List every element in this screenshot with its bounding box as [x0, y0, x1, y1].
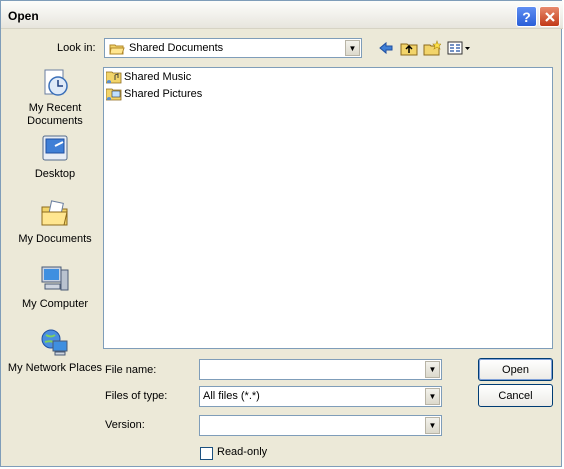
up-folder-icon[interactable]: [400, 39, 418, 57]
help-button[interactable]: ?: [516, 6, 537, 27]
shared-music-folder-icon: [106, 71, 122, 84]
recent-documents-icon: [44, 69, 68, 96]
file-name-label: File name:: [105, 364, 157, 376]
place-my-documents[interactable]: My Documents: [7, 198, 103, 246]
place-my-recent-documents[interactable]: My Recent Documents: [7, 67, 103, 128]
back-icon[interactable]: [377, 39, 395, 57]
place-desktop[interactable]: Desktop: [7, 133, 103, 181]
file-name: Shared Pictures: [124, 88, 203, 100]
close-icon: [544, 11, 555, 22]
my-computer-icon: [41, 266, 69, 291]
close-button[interactable]: [539, 6, 560, 27]
my-documents-icon: [41, 200, 68, 226]
open-button[interactable]: Open: [478, 358, 553, 381]
chevron-down-icon[interactable]: ▼: [425, 361, 440, 378]
chevron-down-icon[interactable]: ▼: [425, 417, 440, 434]
look-in-combo[interactable]: Shared Documents ▼: [104, 38, 362, 58]
open-dialog: Open ? Look in: Shared Documents ▼ My Re…: [0, 0, 563, 467]
desktop-icon: [42, 135, 68, 161]
files-of-type-label: Files of type:: [105, 390, 168, 402]
list-item-shared-music[interactable]: Shared Music: [106, 69, 191, 85]
place-label: Desktop: [34, 168, 76, 180]
network-places-icon: [41, 329, 68, 356]
places-bar: My Recent Documents Desktop My Documents: [7, 65, 102, 403]
version-label: Version:: [105, 419, 145, 431]
read-only-checkbox[interactable]: [200, 447, 213, 460]
place-label: My Computer: [21, 298, 89, 310]
window-title: Open: [8, 9, 39, 23]
place-my-computer[interactable]: My Computer: [7, 263, 103, 311]
shared-pictures-folder-icon: [106, 88, 122, 101]
place-my-network-places[interactable]: My Network Places: [7, 327, 103, 375]
chevron-down-icon[interactable]: ▼: [345, 40, 360, 56]
views-menu-icon[interactable]: [447, 39, 471, 57]
cancel-button[interactable]: Cancel: [478, 384, 553, 407]
look-in-value: Shared Documents: [129, 42, 224, 54]
file-list[interactable]: Shared Music Shared Pictures: [103, 67, 553, 349]
files-of-type-value: All files (*.*): [203, 390, 260, 402]
chevron-down-icon[interactable]: ▼: [425, 388, 440, 405]
new-folder-icon[interactable]: [423, 39, 441, 57]
folder-icon: [109, 44, 125, 55]
list-item-shared-pictures[interactable]: Shared Pictures: [106, 86, 202, 102]
version-combo[interactable]: ▼: [199, 415, 442, 436]
files-of-type-combo[interactable]: All files (*.*) ▼: [199, 386, 442, 407]
file-name: Shared Music: [124, 71, 192, 83]
place-label: My Network Places: [7, 362, 103, 374]
place-label: My Documents: [18, 233, 92, 245]
file-name-combo[interactable]: ▼: [199, 359, 442, 380]
place-label: My Recent Documents: [27, 102, 83, 127]
title-bar[interactable]: Open ?: [1, 1, 563, 29]
look-in-label: Look in:: [57, 42, 96, 54]
read-only-label[interactable]: Read-only: [217, 446, 267, 458]
